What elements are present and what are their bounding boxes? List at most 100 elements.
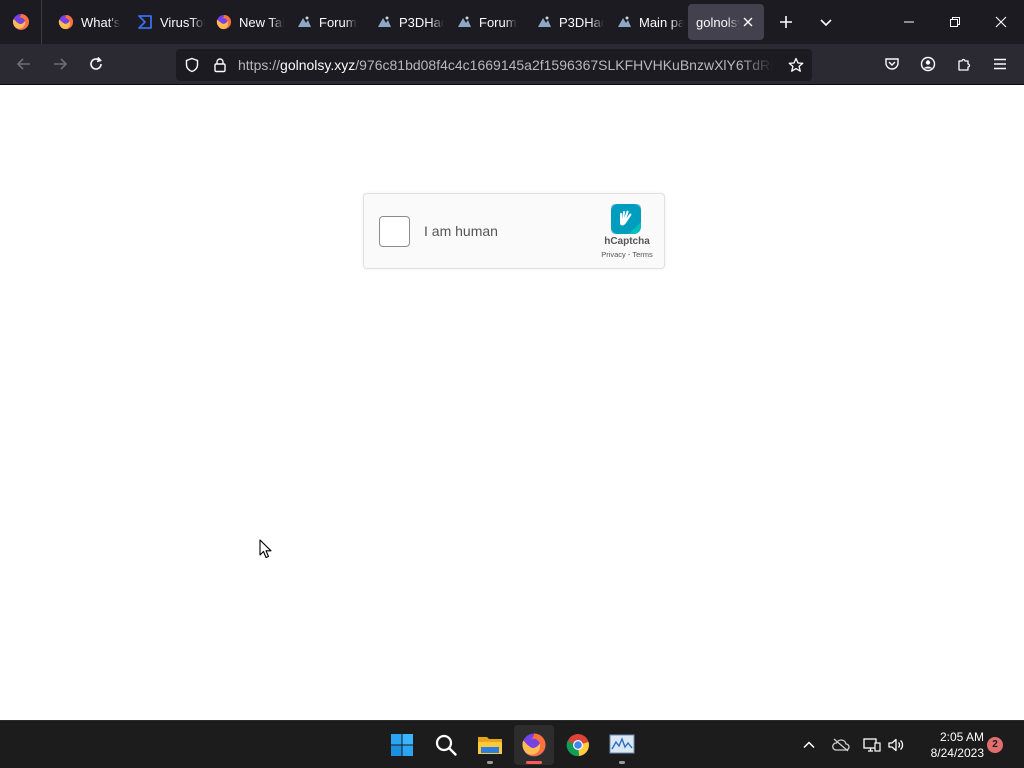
task-manager-icon (609, 734, 635, 754)
puzzle-piece-icon (958, 58, 971, 71)
p3d-icon (376, 14, 392, 30)
firefox-icon (216, 14, 232, 30)
account-button[interactable] (912, 48, 944, 80)
tab-label: Forum (319, 14, 357, 30)
extensions-button[interactable] (948, 48, 980, 80)
tab-label: New Tab (239, 14, 284, 30)
minimize-button[interactable] (886, 0, 932, 44)
volume-icon (888, 738, 904, 752)
firefox-icon (58, 14, 74, 30)
running-indicator (619, 761, 625, 764)
p3d-icon (296, 14, 312, 30)
tab-forum[interactable]: Forum (284, 4, 364, 40)
file-explorer-button[interactable] (470, 725, 510, 765)
p3d-icon (616, 14, 632, 30)
restore-button[interactable] (932, 0, 978, 44)
human-verification-checkbox[interactable] (379, 216, 410, 247)
tab-strip: What's VirusTotal New Tab Forum P3DHacks… (0, 0, 1024, 44)
close-window-button[interactable] (978, 0, 1024, 44)
tracking-protection-shield-icon[interactable] (184, 57, 200, 73)
volume-button[interactable] (883, 729, 909, 761)
network-button[interactable] (859, 729, 885, 761)
search-icon (435, 734, 457, 756)
page-content: I am human hCaptcha Privacy - Terms (0, 85, 1024, 720)
hcaptcha-widget: I am human hCaptcha Privacy - Terms (363, 193, 665, 269)
tab-p3dhacks[interactable]: P3DHacks (364, 4, 444, 40)
reload-button[interactable] (80, 48, 112, 80)
clock-date: 8/24/2023 (930, 746, 984, 760)
firefox-taskbar-button[interactable] (514, 725, 554, 765)
lock-icon[interactable] (212, 57, 228, 73)
forward-arrow-icon (54, 58, 68, 70)
tab-main-page[interactable]: Main page (604, 4, 684, 40)
windows-taskbar: 2:05 AM 8/24/2023 2 (0, 720, 1024, 768)
tab-forum[interactable]: Forum (444, 4, 524, 40)
firefox-icon (522, 733, 546, 757)
onedrive-offline-icon (832, 738, 850, 752)
close-tab-icon[interactable] (740, 14, 756, 30)
url-bar[interactable]: https://golnolsy.xyz/976c81bd08f4c4c1669… (176, 49, 812, 81)
clock-time: 2:05 AM (939, 730, 984, 744)
pocket-icon (885, 58, 899, 70)
chevron-down-icon (820, 19, 832, 27)
minimize-icon (904, 21, 914, 23)
tab-label: P3DHacks (399, 14, 444, 30)
tab-new-tab[interactable]: New Tab (204, 4, 284, 40)
tab-label: VirusTotal (160, 14, 205, 30)
running-indicator (526, 761, 542, 764)
checkbox-label: I am human (424, 223, 498, 239)
task-manager-taskbar-button[interactable] (602, 725, 642, 765)
privacy-link[interactable]: Privacy (601, 250, 626, 259)
new-tab-button[interactable] (768, 4, 804, 40)
url-host: golnolsy.xyz (280, 57, 356, 73)
start-button[interactable] (382, 725, 422, 765)
bookmark-star-icon[interactable] (788, 57, 804, 73)
terms-link[interactable]: Terms (632, 250, 652, 259)
forward-button[interactable] (44, 48, 76, 80)
hamburger-menu-icon (994, 58, 1006, 70)
show-hidden-icons-button[interactable] (796, 729, 822, 761)
navigation-toolbar: https://golnolsy.xyz/976c81bd08f4c4c1669… (0, 44, 1024, 85)
back-button[interactable] (8, 48, 40, 80)
tab-label: Main page (639, 14, 684, 30)
account-icon (920, 56, 936, 72)
url-scheme: https:// (238, 57, 281, 73)
running-indicator (487, 761, 493, 764)
captcha-links: Privacy - Terms (589, 250, 665, 259)
close-icon (995, 16, 1007, 28)
pocket-button[interactable] (876, 48, 908, 80)
virustotal-icon (137, 14, 153, 30)
windows-start-icon (391, 734, 413, 756)
file-explorer-icon (478, 737, 502, 754)
chevron-up-icon (803, 741, 815, 749)
tab-label: What's (81, 14, 121, 30)
restore-icon (950, 17, 960, 27)
url-path: /976c81bd08f4c4c1669145a2f1596367SLKFHVH… (355, 57, 773, 73)
tab-label: P3DHacks (559, 14, 604, 30)
app-menu-button[interactable] (984, 48, 1016, 80)
tab-whats[interactable]: What's (46, 4, 130, 40)
tab-golnolsy[interactable]: golnolsy.xyz (688, 4, 764, 40)
p3d-icon (456, 14, 472, 30)
tab-virustotal[interactable]: VirusTotal (125, 4, 205, 40)
tab-label: Forum (479, 14, 517, 30)
url-text[interactable]: https://golnolsy.xyz/976c81bd08f4c4c1669… (238, 49, 773, 81)
chrome-taskbar-button[interactable] (558, 725, 598, 765)
chrome-icon (566, 734, 589, 757)
back-arrow-icon (16, 58, 30, 70)
hcaptcha-logo-icon (611, 204, 641, 234)
network-icon (863, 738, 881, 752)
hcaptcha-brand: hCaptcha (604, 236, 650, 247)
list-all-tabs-button[interactable] (808, 4, 844, 40)
plus-icon (780, 16, 792, 28)
mouse-cursor-icon (259, 539, 272, 559)
firefox-icon (12, 14, 29, 30)
p3d-icon (536, 14, 552, 30)
tab-label: golnolsy.xyz (696, 14, 740, 30)
system-clock[interactable]: 2:05 AM 8/24/2023 (914, 729, 984, 761)
notification-badge[interactable]: 2 (987, 737, 1003, 753)
onedrive-button[interactable] (828, 729, 854, 761)
search-button[interactable] (426, 725, 466, 765)
tab-p3dhacks[interactable]: P3DHacks (524, 4, 604, 40)
firefox-view-button[interactable] (0, 0, 42, 44)
